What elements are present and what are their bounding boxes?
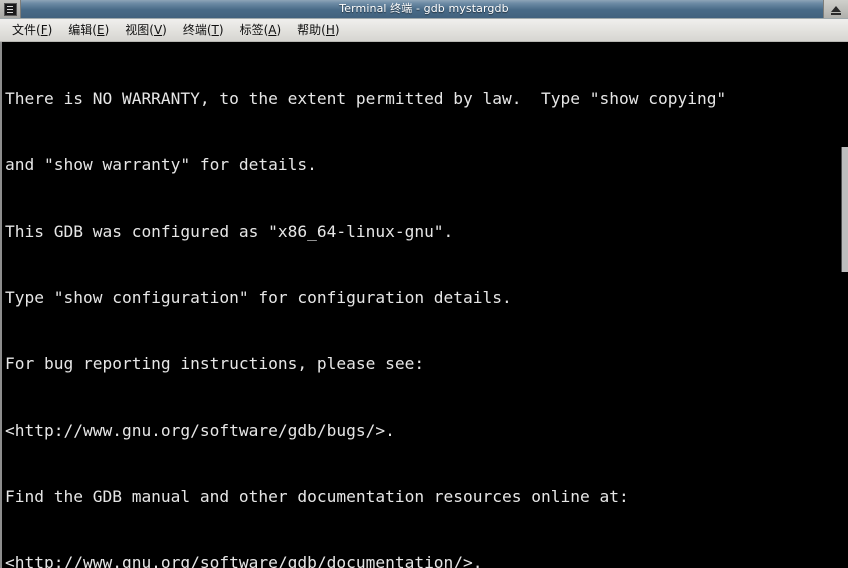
- menu-item-edit[interactable]: 编辑(E): [60, 20, 117, 40]
- menu-label-view: 视图(: [125, 23, 154, 37]
- menu-mnemonic-help: H: [325, 23, 335, 37]
- window-titlebar[interactable]: Terminal 终端 - gdb mystargdb: [0, 0, 848, 19]
- terminal-window: Terminal 终端 - gdb mystargdb 文件(F) 编辑(E) …: [0, 0, 848, 568]
- terminal-line: For bug reporting instructions, please s…: [5, 354, 425, 374]
- terminal-line: Find the GDB manual and other documentat…: [5, 486, 629, 506]
- vertical-scrollbar[interactable]: [835, 42, 848, 568]
- eject-icon[interactable]: [827, 1, 845, 17]
- scrollbar-thumb[interactable]: [841, 147, 848, 272]
- menu-mnemonic-edit: E: [96, 23, 105, 37]
- menu-label-tabs: 标签(: [239, 23, 269, 37]
- menu-label-help: 帮助(: [297, 23, 326, 37]
- menu-item-tabs[interactable]: 标签(A): [232, 20, 290, 40]
- terminal-line: This GDB was configured as "x86_64-linux…: [5, 221, 454, 241]
- terminal-body: There is NO WARRANTY, to the extent perm…: [0, 42, 848, 568]
- terminal-line: <http://www.gnu.org/software/gdb/bugs/>.: [5, 420, 395, 440]
- menu-item-help[interactable]: 帮助(H): [289, 20, 347, 40]
- terminal-line: Type "show configuration" for configurat…: [5, 288, 512, 308]
- titlebar-buttons: [823, 0, 848, 18]
- terminal-line: <http://www.gnu.org/software/gdb/documen…: [5, 553, 483, 568]
- menu-label-edit: 编辑(: [68, 23, 97, 37]
- menubar: 文件(F) 编辑(E) 视图(V) 终端(T) 标签(A) 帮助(H): [0, 19, 848, 42]
- terminal-line: and "show warranty" for details.: [5, 155, 317, 175]
- menu-item-terminal[interactable]: 终端(T): [175, 20, 232, 40]
- terminal-output[interactable]: There is NO WARRANTY, to the extent perm…: [2, 42, 835, 568]
- menu-label-file: 文件(: [12, 23, 41, 37]
- window-menu-button[interactable]: [0, 0, 21, 18]
- menu-label-terminal: 终端(: [182, 23, 212, 37]
- terminal-line: There is NO WARRANTY, to the extent perm…: [5, 89, 727, 109]
- menu-mnemonic-view: V: [153, 23, 163, 37]
- menu-item-file[interactable]: 文件(F): [4, 20, 60, 40]
- terminal-icon: [3, 2, 17, 16]
- menu-item-view[interactable]: 视图(V): [117, 20, 175, 40]
- window-title: Terminal 终端 - gdb mystargdb: [339, 2, 509, 15]
- menu-mnemonic-file: F: [40, 23, 48, 37]
- menu-mnemonic-terminal: T: [211, 23, 219, 37]
